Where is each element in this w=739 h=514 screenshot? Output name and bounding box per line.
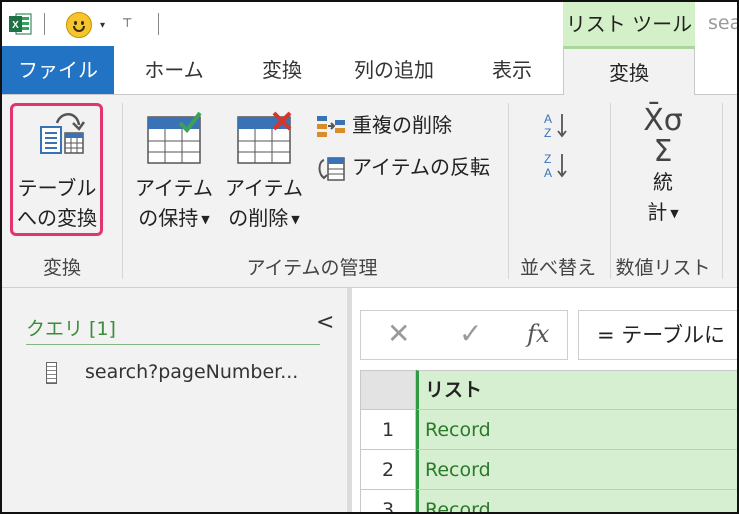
remove-duplicates-button[interactable]: 重複の削除	[316, 109, 452, 141]
window: X ▾ ⊤ リスト ツール sea ファイル ホーム 変換 列の追加 表示 変換	[0, 0, 739, 514]
record-cell[interactable]: Record	[416, 490, 737, 512]
title-bar: X ▾ ⊤ リスト ツール sea	[2, 2, 737, 46]
query-table-icon	[46, 361, 57, 384]
group-separator	[508, 103, 509, 279]
svg-text:A: A	[544, 112, 552, 126]
confirm-icon[interactable]: ✓	[459, 317, 482, 350]
statistics-label-2: 計	[647, 200, 668, 224]
cancel-icon[interactable]: ✕	[387, 317, 410, 350]
keep-items-label-1: アイテム	[135, 176, 213, 200]
group-separator	[122, 103, 123, 279]
tab-add-column[interactable]: 列の追加	[338, 46, 450, 94]
remove-items-label-2: の削除	[228, 206, 289, 230]
ribbon-tabs: ファイル ホーム 変換 列の追加 表示 変換	[2, 46, 737, 96]
group-label-convert: 変換	[42, 257, 81, 279]
sigma-icon: Σ	[653, 134, 673, 169]
feedback-dropdown-icon[interactable]: ▾	[100, 20, 105, 31]
statistics-icon: X̄σ	[643, 103, 683, 138]
tab-view[interactable]: 表示	[470, 46, 554, 94]
grid-corner[interactable]	[360, 370, 416, 410]
tab-transform[interactable]: 変換	[234, 46, 330, 94]
remove-duplicates-label: 重複の削除	[352, 113, 452, 137]
record-cell[interactable]: Record	[416, 450, 737, 490]
row-number: 2	[360, 450, 416, 490]
remove-items-label-1: アイテム	[225, 176, 303, 200]
tab-list-transform[interactable]: 変換	[563, 46, 695, 96]
remove-duplicates-icon	[317, 115, 345, 137]
remove-items-button[interactable]: アイテム の削除 ▼	[220, 109, 308, 235]
context-tab-header: リスト ツール	[563, 2, 695, 46]
reverse-items-button[interactable]: アイテムの反転	[316, 151, 490, 183]
data-preview-pane: ✕ ✓ fx = テーブルに リスト 1 Record 2 Record 3 R…	[352, 288, 737, 512]
keep-items-button[interactable]: アイテム の保持 ▼	[130, 109, 218, 235]
queries-pane: クエリ [1] < search?pageNumber...	[2, 288, 347, 512]
sort-descending-icon[interactable]: Z A	[542, 151, 572, 179]
ribbon: テーブル への変換 変換 アイテム の保持 ▼ アイテム の削除 ▼ 重複の削除…	[2, 95, 737, 288]
keep-items-icon	[147, 111, 202, 164]
dropdown-arrow-icon: ▼	[670, 206, 679, 220]
query-name: search?pageNumber...	[85, 361, 299, 383]
row-number: 3	[360, 490, 416, 512]
fx-icon[interactable]: fx	[527, 320, 549, 348]
record-cell[interactable]: Record	[416, 410, 737, 450]
formula-bar-buttons: ✕ ✓ fx	[360, 310, 568, 360]
group-label-manage-items: アイテムの管理	[246, 257, 378, 279]
column-header-list[interactable]: リスト	[416, 370, 737, 410]
svg-text:X: X	[12, 20, 19, 31]
keep-items-label-2: の保持	[138, 206, 199, 230]
data-grid: リスト 1 Record 2 Record 3 Record	[360, 370, 737, 512]
tab-home[interactable]: ホーム	[124, 46, 224, 94]
feedback-smiley-icon[interactable]	[66, 12, 92, 38]
row-number: 1	[360, 410, 416, 450]
svg-text:Z: Z	[544, 126, 551, 139]
dropdown-arrow-icon: ▼	[201, 212, 210, 226]
excel-logo-icon: X	[9, 13, 32, 35]
collapse-pane-icon[interactable]: <	[316, 310, 334, 335]
highlight-box	[10, 103, 103, 236]
separator	[158, 13, 159, 35]
reverse-items-icon	[318, 156, 345, 181]
svg-text:A: A	[544, 166, 552, 179]
group-label-sort: 並べ替え	[519, 257, 596, 279]
reverse-items-label: アイテムの反転	[352, 155, 490, 179]
group-label-numeric-list: 数値リスト	[615, 257, 711, 279]
search-box[interactable]: sea	[708, 12, 737, 34]
tab-file[interactable]: ファイル	[2, 46, 114, 94]
customize-quick-access-icon[interactable]: ⊤	[122, 16, 132, 30]
group-separator	[610, 103, 611, 279]
sort-ascending-icon[interactable]: A Z	[542, 111, 572, 139]
query-item[interactable]: search?pageNumber...	[46, 358, 298, 386]
statistics-label-1: 統	[653, 170, 673, 194]
queries-header: クエリ [1]	[26, 318, 116, 340]
statistics-button[interactable]: X̄σ Σ 統 計 ▼	[624, 105, 702, 229]
dropdown-arrow-icon: ▼	[291, 212, 300, 226]
separator	[44, 13, 45, 35]
remove-items-icon	[237, 111, 292, 164]
group-separator	[722, 103, 723, 279]
divider	[26, 344, 320, 345]
svg-text:Z: Z	[544, 152, 551, 166]
formula-input[interactable]: = テーブルに	[578, 310, 737, 360]
